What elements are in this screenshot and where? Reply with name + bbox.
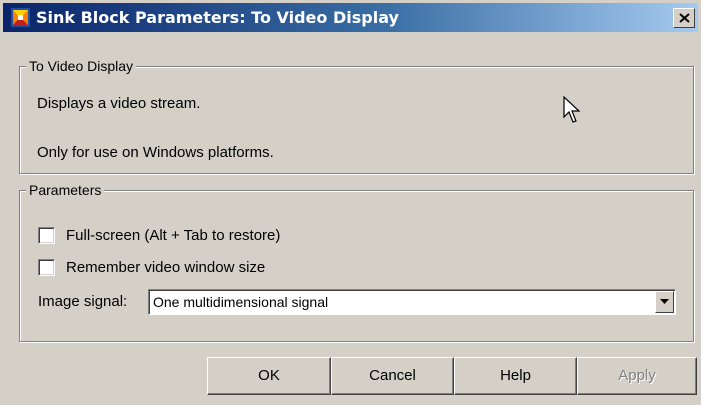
image-signal-select[interactable]: One multidimensional signal — [148, 289, 676, 315]
window-title: Sink Block Parameters: To Video Display — [36, 8, 399, 27]
image-signal-value: One multidimensional signal — [153, 294, 329, 310]
simulink-block-icon — [11, 8, 30, 27]
remember-size-checkbox-row[interactable]: Remember video window size — [38, 258, 358, 278]
ok-button[interactable]: OK — [207, 357, 331, 395]
image-signal-dropdown-button[interactable] — [655, 291, 674, 313]
apply-button[interactable]: Apply — [577, 357, 697, 395]
help-button[interactable]: Help — [454, 357, 577, 395]
description-line: Displays a video stream. — [37, 95, 201, 112]
remember-size-checkbox[interactable] — [38, 259, 55, 276]
description-legend: To Video Display — [26, 57, 137, 75]
remember-size-label: Remember video window size — [66, 259, 266, 276]
fullscreen-checkbox[interactable] — [38, 227, 55, 244]
fullscreen-label: Full-screen (Alt + Tab to restore) — [66, 227, 281, 244]
fullscreen-checkbox-row[interactable]: Full-screen (Alt + Tab to restore) — [38, 226, 358, 246]
close-button[interactable] — [673, 8, 695, 28]
parameters-legend: Parameters — [26, 181, 105, 199]
title-bar[interactable]: Sink Block Parameters: To Video Display — [3, 3, 698, 32]
mouse-pointer-icon — [563, 95, 581, 127]
description-line: Only for use on Windows platforms. — [37, 144, 274, 161]
dialog-window: Sink Block Parameters: To Video Display … — [0, 0, 701, 405]
cancel-button[interactable]: Cancel — [331, 357, 454, 395]
image-signal-label: Image signal: — [38, 293, 128, 310]
